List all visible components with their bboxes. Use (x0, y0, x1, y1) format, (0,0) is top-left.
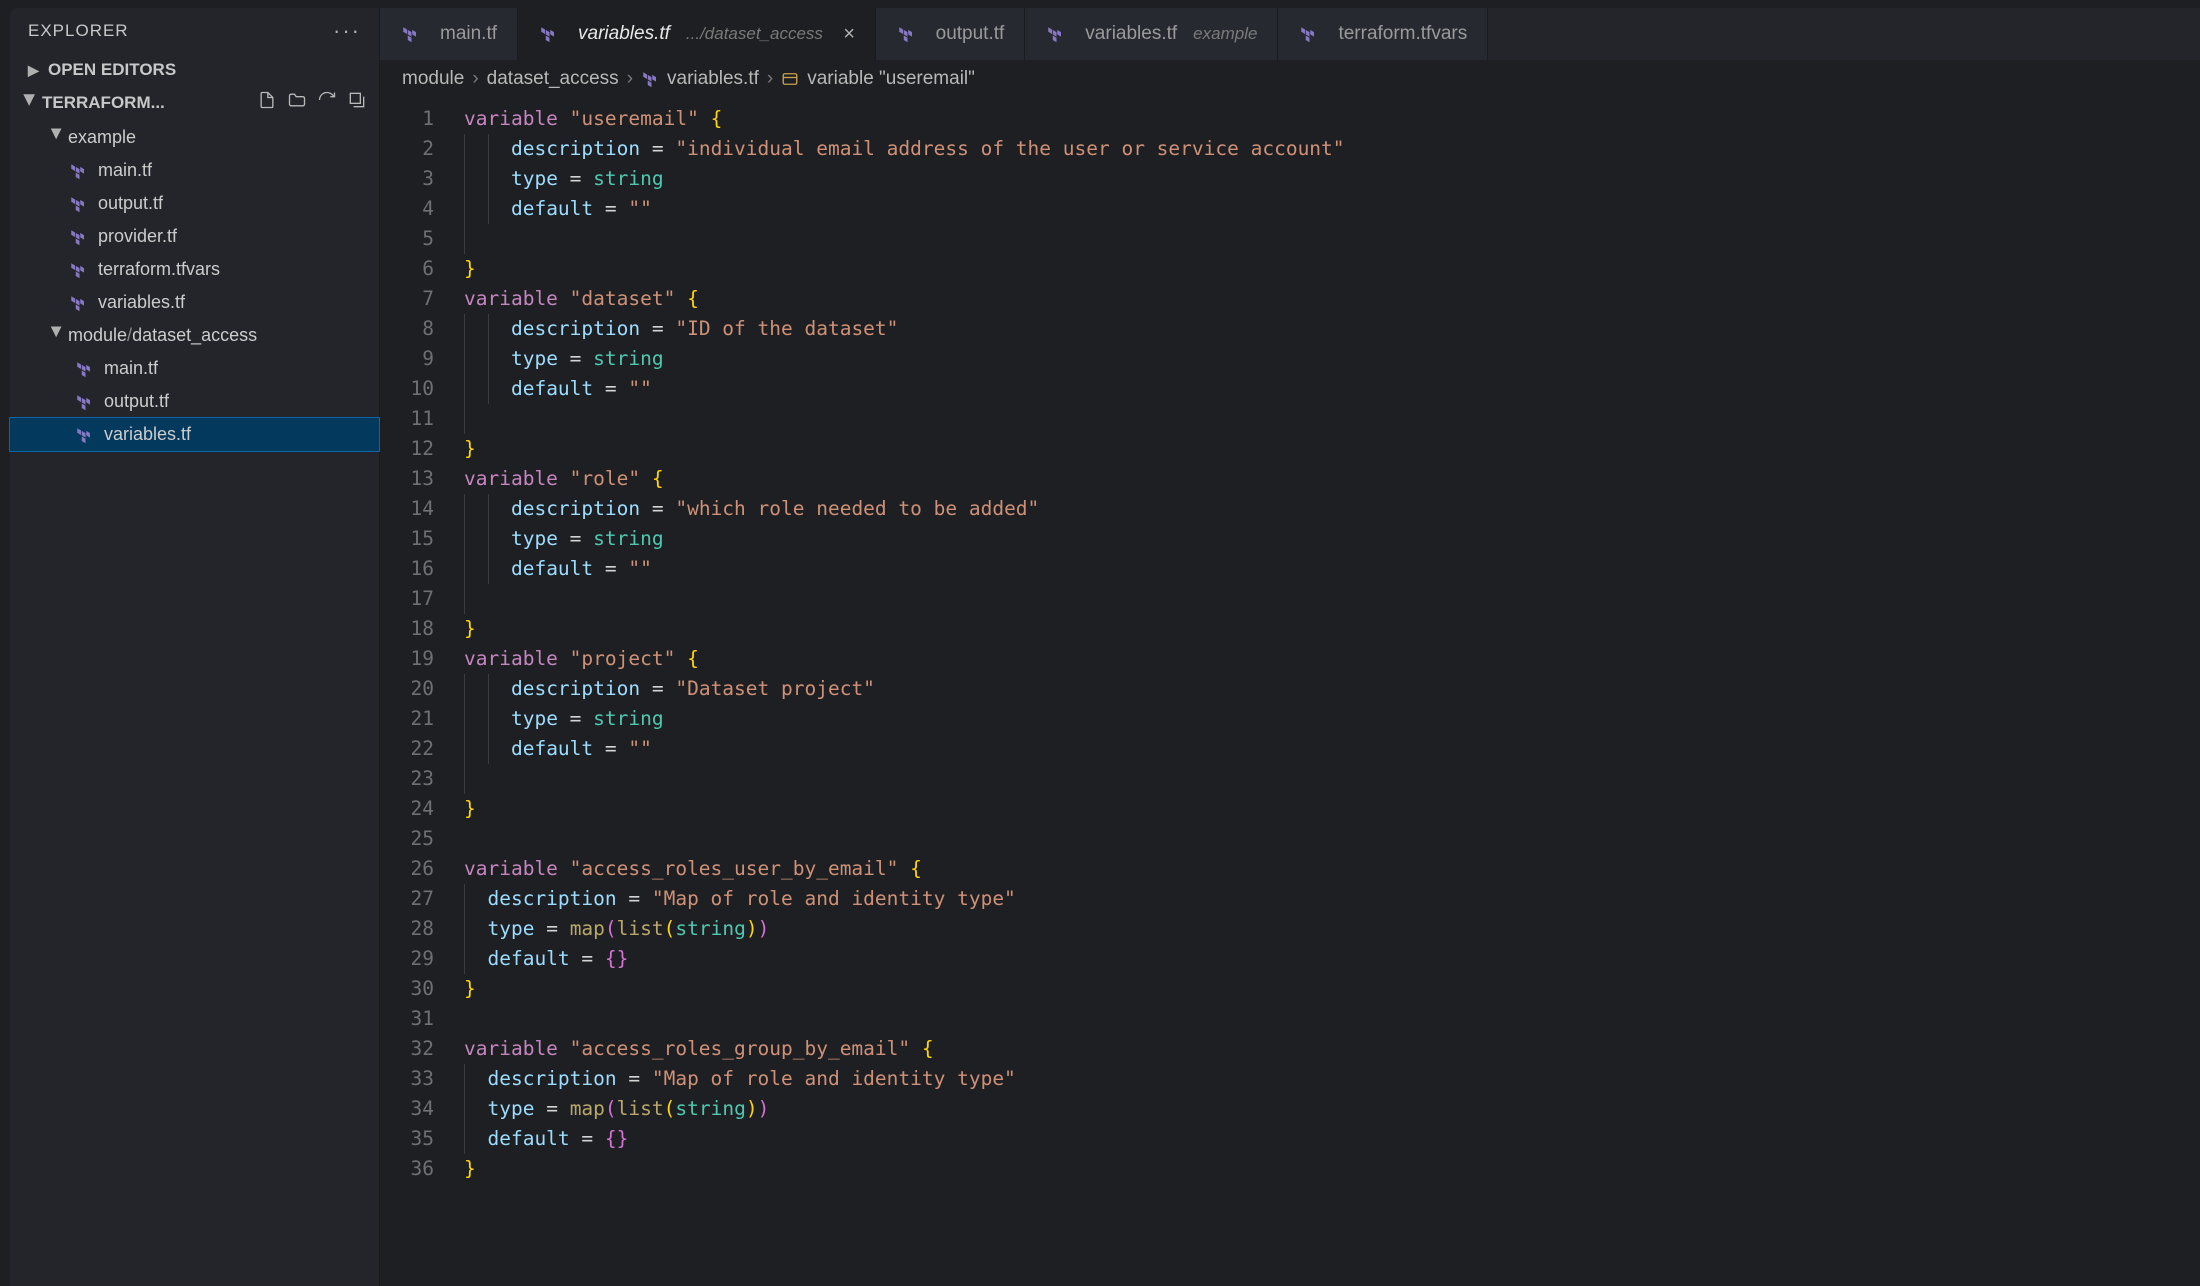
code-content[interactable]: variable "useremail" { description = "in… (452, 98, 2200, 1286)
file-tree: ▶ example main.tf output.tf provider.tf … (10, 119, 379, 451)
folder-example[interactable]: ▶ example (10, 121, 379, 154)
file-module-variables-tf[interactable]: variables.tf (10, 418, 379, 451)
chevron-down-icon: ▶ (49, 129, 66, 147)
open-editors-section[interactable]: ▶ OPEN EDITORS (10, 54, 379, 86)
line-gutter: 1234567891011121314151617181920212223242… (380, 98, 452, 1286)
tab-output-tf[interactable]: output.tf (876, 8, 1026, 60)
file-terraform-tfvars[interactable]: terraform.tfvars (10, 253, 379, 286)
terraform-icon (74, 392, 94, 412)
new-file-icon[interactable] (257, 90, 277, 115)
terraform-icon (68, 227, 88, 247)
terraform-icon (68, 260, 88, 280)
folder-module-dataset-access[interactable]: ▶ module / dataset_access (10, 319, 379, 352)
refresh-icon[interactable] (317, 90, 337, 115)
main-area: main.tf variables.tf .../dataset_access … (380, 8, 2200, 1286)
more-actions-icon[interactable]: ··· (333, 18, 361, 44)
file-provider-tf[interactable]: provider.tf (10, 220, 379, 253)
symbol-icon (781, 70, 799, 88)
chevron-right-icon: › (472, 68, 478, 90)
terraform-icon (68, 194, 88, 214)
chevron-right-icon: › (627, 68, 633, 90)
terraform-icon (896, 24, 916, 44)
project-section[interactable]: ▶ TERRAFORM... (10, 86, 379, 119)
explorer-title: EXPLORER (28, 21, 129, 41)
file-output-tf[interactable]: output.tf (10, 187, 379, 220)
tab-terraform-tfvars[interactable]: terraform.tfvars (1278, 8, 1488, 60)
chevron-right-icon: ▶ (28, 62, 44, 79)
file-main-tf[interactable]: main.tf (10, 154, 379, 187)
breadcrumb[interactable]: module › dataset_access › variables.tf ›… (380, 60, 2200, 98)
close-icon[interactable]: × (843, 23, 855, 46)
tab-main-tf[interactable]: main.tf (380, 8, 518, 60)
chevron-right-icon: › (767, 68, 773, 90)
new-folder-icon[interactable] (287, 90, 307, 115)
file-module-main-tf[interactable]: main.tf (10, 352, 379, 385)
terraform-icon (1298, 24, 1318, 44)
chevron-down-icon: ▶ (22, 95, 39, 111)
code-editor[interactable]: 1234567891011121314151617181920212223242… (380, 98, 2200, 1286)
project-actions (257, 90, 367, 115)
sidebar-header: EXPLORER ··· (10, 8, 379, 54)
tab-variables-tf-active[interactable]: variables.tf .../dataset_access × (518, 8, 876, 60)
explorer-sidebar: EXPLORER ··· ▶ OPEN EDITORS ▶ TERRAFORM.… (10, 8, 380, 1286)
terraform-icon (1045, 24, 1065, 44)
file-module-output-tf[interactable]: output.tf (10, 385, 379, 418)
terraform-icon (68, 293, 88, 313)
chevron-down-icon: ▶ (49, 327, 66, 345)
terraform-icon (68, 161, 88, 181)
terraform-icon (538, 24, 558, 44)
terraform-icon (641, 70, 659, 88)
tab-variables-tf-example[interactable]: variables.tf example (1025, 8, 1278, 60)
terraform-icon (400, 24, 420, 44)
editor-tabs: main.tf variables.tf .../dataset_access … (380, 8, 2200, 60)
terraform-icon (74, 425, 94, 445)
terraform-icon (74, 359, 94, 379)
collapse-all-icon[interactable] (347, 90, 367, 115)
file-variables-tf[interactable]: variables.tf (10, 286, 379, 319)
